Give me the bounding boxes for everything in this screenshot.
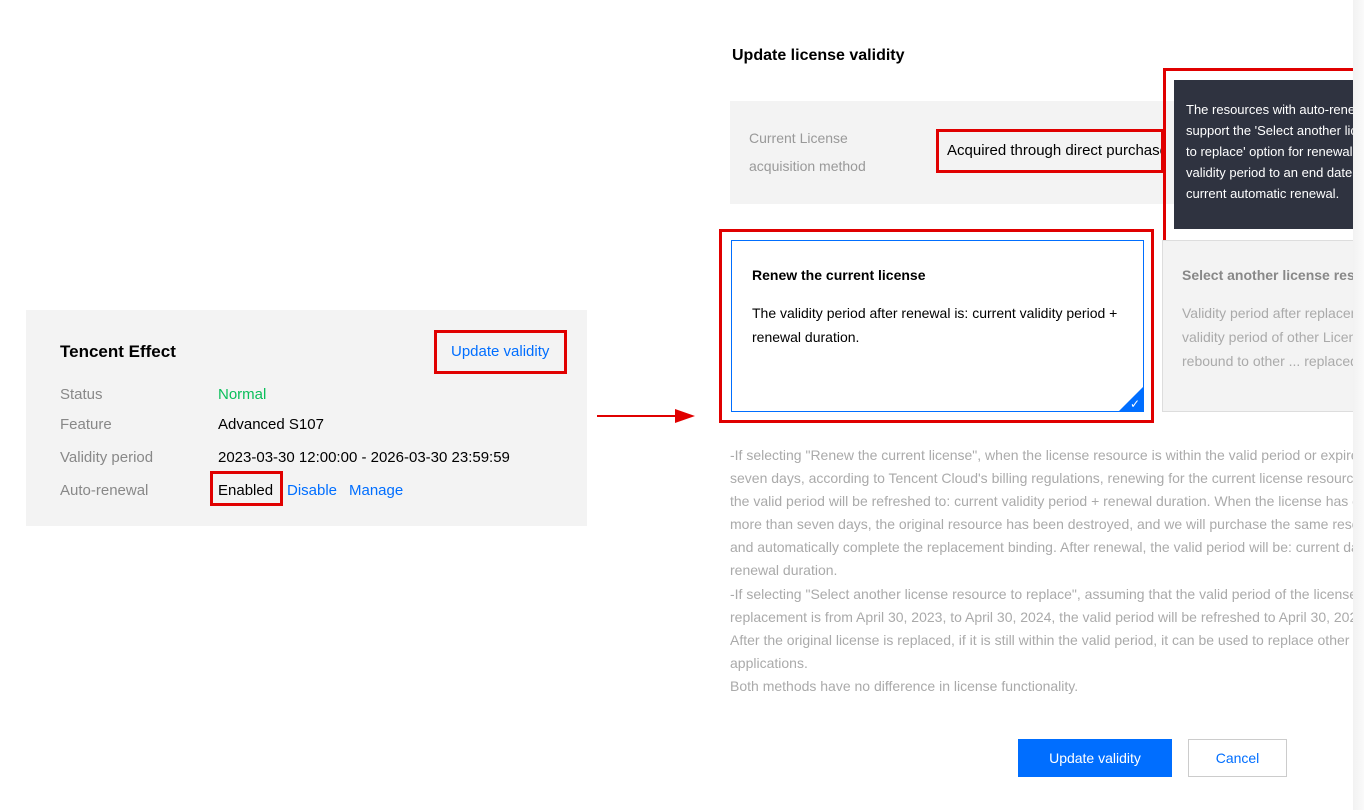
renew-option-desc: The validity period after renewal is: cu… bbox=[752, 305, 1118, 345]
disable-link[interactable]: Disable bbox=[287, 482, 337, 499]
manage-link[interactable]: Manage bbox=[349, 482, 403, 499]
note-line: renewal duration. bbox=[730, 562, 838, 579]
check-icon: ✓ bbox=[1129, 397, 1140, 411]
highlight-box-acquisition: Acquired through direct purchase bbox=[936, 129, 1164, 173]
note-line: After the original license is replaced, … bbox=[730, 631, 1350, 648]
replace-option-title: Select another license resource to repla… bbox=[1182, 267, 1353, 283]
card-title: Tencent Effect bbox=[60, 342, 176, 361]
renew-option-title: Renew the current license bbox=[752, 267, 926, 283]
dialog-title: Update license validity bbox=[732, 47, 905, 64]
note-line: and automatically complete the replaceme… bbox=[730, 539, 1353, 556]
note-line: -If selecting "Select another license re… bbox=[730, 585, 1353, 602]
update-validity-button[interactable]: Update validity bbox=[1018, 739, 1172, 777]
page: Tencent Effect Update validity Status No… bbox=[0, 0, 1364, 810]
acquisition-method-label: Current License acquisition method bbox=[749, 130, 866, 174]
notes-text: -If selecting "Renew the current license… bbox=[730, 444, 1353, 714]
replace-option-desc: Validity period after replacement is the… bbox=[1182, 305, 1353, 369]
auto-renewal-label: Auto-renewal bbox=[60, 482, 149, 499]
feature-value: Advanced S107 bbox=[218, 416, 324, 433]
validity-label: Validity period bbox=[60, 449, 154, 466]
renew-license-option[interactable]: Renew the current license The validity p… bbox=[731, 240, 1144, 412]
update-validity-link[interactable]: Update validity bbox=[451, 343, 549, 360]
replace-license-option[interactable]: Select another license resource to repla… bbox=[1162, 240, 1353, 412]
status-label: Status bbox=[60, 386, 103, 403]
note-line: replacement is from April 30, 2023, to A… bbox=[730, 608, 1353, 625]
cancel-button[interactable]: Cancel bbox=[1188, 739, 1287, 777]
auto-renewal-status: Enabled bbox=[218, 482, 274, 499]
right-edge-shadow bbox=[1353, 0, 1364, 810]
license-card: Tencent Effect Update validity Status No… bbox=[26, 310, 587, 526]
note-line: applications. bbox=[730, 654, 808, 671]
highlight-box-tooltip bbox=[1163, 68, 1353, 244]
acquisition-method-value: Acquired through direct purchase bbox=[947, 142, 1164, 159]
note-line: Both methods have no difference in licen… bbox=[730, 677, 1079, 694]
note-line: seven days, according to Tencent Cloud's… bbox=[730, 470, 1353, 487]
status-value: Normal bbox=[218, 386, 267, 403]
note-line: more than seven days, the original resou… bbox=[730, 516, 1353, 533]
feature-label: Feature bbox=[60, 416, 112, 433]
validity-value: 2023-03-30 12:00:00 - 2026-03-30 23:59:5… bbox=[218, 449, 510, 466]
note-line: the valid period will be refreshed to: c… bbox=[730, 493, 1353, 510]
arrow-right-icon bbox=[597, 409, 695, 423]
note-line: -If selecting "Renew the current license… bbox=[730, 447, 1353, 463]
